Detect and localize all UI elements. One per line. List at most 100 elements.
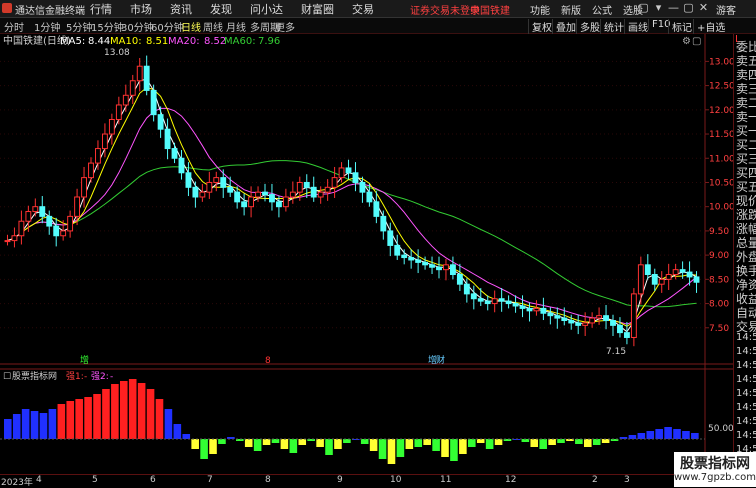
candle-body	[150, 89, 157, 116]
guest-user[interactable]: 游客	[716, 2, 736, 17]
price-tick-label: 13.00	[709, 57, 733, 67]
indicator-bar	[111, 384, 119, 439]
candle-body	[415, 259, 422, 263]
period-tab-more[interactable]: 更多	[275, 19, 295, 34]
indicator-bar	[441, 439, 449, 457]
low-price-label: 7.15	[606, 347, 626, 357]
indicator-bar	[244, 439, 253, 447]
indicator-bar	[548, 439, 556, 445]
panel-settings-icon[interactable]: ⚙	[682, 36, 691, 47]
ma60-label: MA60:	[224, 36, 256, 47]
main-menu: 行情 市场 资讯 发现 问小达 财富圈 交易	[90, 1, 392, 17]
candle-body	[658, 278, 665, 285]
candle-body	[540, 307, 547, 314]
indicator-bar	[646, 431, 655, 439]
candle-body	[108, 119, 115, 135]
side-panel-item[interactable]: 14:50	[736, 332, 756, 343]
menu-item-gongneng[interactable]: 功能	[530, 2, 550, 17]
indicator-bar	[628, 435, 637, 439]
candle-body	[401, 254, 408, 259]
side-panel-item[interactable]: 14:50	[736, 360, 756, 371]
toolbar-diejia[interactable]: 叠加	[552, 19, 576, 34]
maximize-icon[interactable]: ▢	[681, 1, 696, 14]
candle-body	[11, 235, 18, 242]
candle-body	[289, 191, 296, 198]
watermark-url: www.7gpzb.com	[674, 471, 756, 483]
period-tab-30min[interactable]: 30分钟	[121, 19, 154, 34]
toolbar-biaoji[interactable]: 标记	[668, 19, 692, 34]
period-tab-1min[interactable]: 1分钟	[34, 19, 60, 34]
candle-body	[366, 191, 373, 203]
month-label: 11	[440, 475, 452, 485]
month-label: 3	[624, 475, 630, 485]
period-tab-monthly[interactable]: 月线	[226, 19, 246, 34]
toolbar-duogu[interactable]: 多股	[576, 19, 600, 34]
candle-body	[512, 303, 519, 307]
event-marker-zeng[interactable]: 增	[80, 354, 89, 366]
panel-expand-icon[interactable]: ▢	[692, 36, 701, 47]
side-panel-item[interactable]: 14:50	[736, 430, 756, 441]
period-tab-daily[interactable]: 日线	[181, 19, 201, 34]
ma10-value: 8.51	[146, 36, 168, 47]
candle-body	[582, 322, 589, 326]
indicator-bar	[164, 409, 173, 439]
indicator-line1-value: -	[84, 372, 87, 382]
toolbar-add-watchlist[interactable]: +自选	[693, 19, 725, 34]
candle-body	[95, 148, 101, 164]
candle-body	[463, 283, 470, 295]
menu-item-zixun[interactable]: 资讯	[170, 1, 192, 17]
side-panel-item[interactable]: 14:50	[736, 374, 756, 385]
candle-body	[672, 269, 679, 275]
indicator-bar	[414, 439, 423, 447]
candle-body	[429, 264, 435, 268]
candle-body	[603, 315, 609, 322]
indicator-bar	[343, 439, 351, 443]
candle-body	[255, 191, 261, 198]
indicator-bar	[387, 439, 396, 464]
period-tab-60min[interactable]: 60分钟	[151, 19, 184, 34]
toolbar-fuquan[interactable]: 复权	[528, 19, 552, 34]
restore-icon[interactable]: ▢	[636, 1, 651, 14]
indicator-name[interactable]: 股票指标网	[12, 370, 57, 382]
event-marker-8[interactable]: 8	[265, 356, 271, 366]
ma5-value: 8.44	[88, 36, 110, 47]
side-panel-item[interactable]: 14:50	[736, 416, 756, 427]
menu-item-caifuquan[interactable]: 财富圈	[301, 1, 334, 17]
candle-body	[408, 257, 415, 261]
toolbar-huaxian[interactable]: 画线	[624, 19, 648, 34]
minimize-icon[interactable]: —	[666, 1, 681, 14]
menu-item-xinban[interactable]: 新版	[561, 2, 581, 17]
period-tab-15min[interactable]: 15分钟	[91, 19, 124, 34]
side-panel-item[interactable]: 14:50	[736, 402, 756, 413]
menu-item-wenxiaoda[interactable]: 问小达	[250, 1, 283, 17]
month-label: 4	[36, 475, 42, 485]
candle-body	[561, 317, 568, 322]
candle-body	[18, 220, 25, 237]
side-panel-item[interactable]: 14:50	[736, 346, 756, 357]
menu-item-shichang[interactable]: 市场	[130, 1, 152, 17]
toolbar-tongji[interactable]: 统计	[600, 19, 624, 34]
candle-body	[345, 167, 352, 174]
close-icon[interactable]: ✕	[696, 1, 711, 14]
period-tab-fenshi[interactable]: 分时	[4, 19, 24, 34]
window-controls: ▢ ▾ — ▢ ✕	[636, 1, 711, 14]
menu-item-hangqing[interactable]: 行情	[90, 1, 112, 17]
candle-body	[143, 65, 150, 91]
indicator-bar	[316, 439, 324, 447]
menu-item-jiaoyi[interactable]: 交易	[352, 1, 374, 17]
indicator-bar	[173, 424, 182, 439]
indicator-bar	[298, 439, 307, 445]
side-panel-item[interactable]: 14:50	[736, 388, 756, 399]
period-tab-weekly[interactable]: 周线	[203, 19, 223, 34]
indicator-bar	[128, 379, 137, 439]
indicator-bar	[48, 409, 57, 439]
period-tab-5min[interactable]: 5分钟	[66, 19, 92, 34]
menu-item-gongshi[interactable]: 公式	[592, 2, 612, 17]
dropdown-icon[interactable]: ▾	[651, 1, 666, 14]
event-marker-cai[interactable]: 财	[436, 354, 445, 366]
kline-chart[interactable]: 13.00 12.50 12.00 11.50 11.00 10.50 10.00 9.50 9…	[0, 34, 733, 474]
candle-body	[88, 162, 94, 179]
menu-item-faxian[interactable]: 发现	[210, 1, 232, 17]
indicator-bar	[146, 389, 155, 439]
price-tick-label: 7.50	[709, 324, 729, 334]
